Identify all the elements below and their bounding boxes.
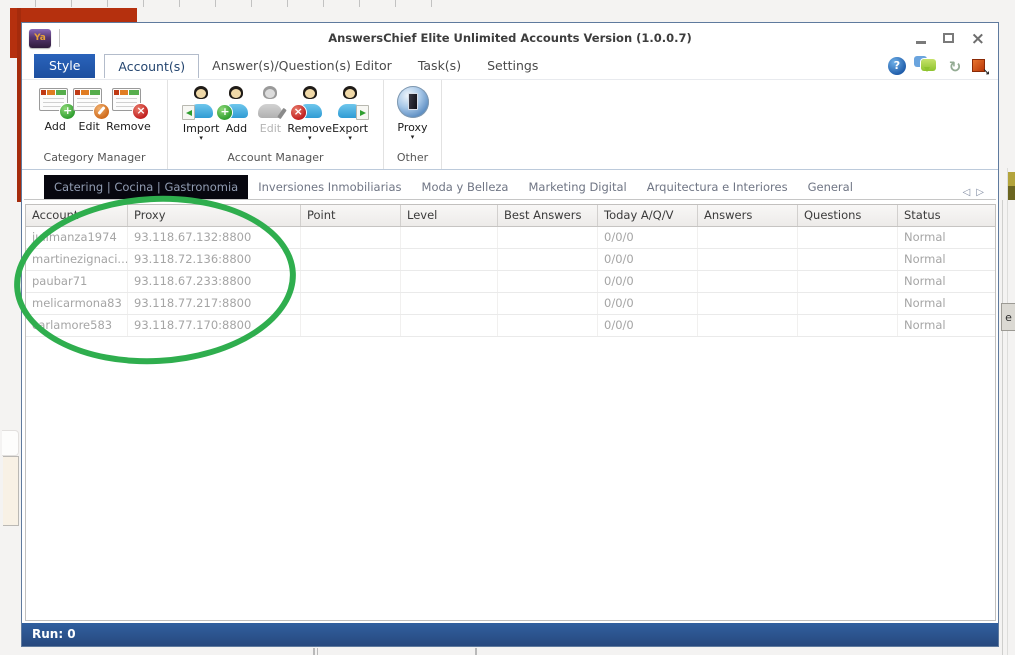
category-scroll-controls: [963, 180, 984, 199]
column-header-status[interactable]: Status: [898, 205, 995, 226]
minimize-button[interactable]: [916, 41, 926, 44]
close-button[interactable]: [971, 29, 985, 48]
account-manager-import-button[interactable]: Import: [183, 84, 220, 143]
titlebar-separator: [59, 29, 60, 47]
ribbon-group-account-manager: Import+AddEdit×RemoveExportAccount Manag…: [168, 80, 384, 169]
column-header-account[interactable]: Account: [26, 205, 128, 226]
category-manager-remove-button[interactable]: ×Remove: [106, 84, 151, 141]
feedback-icon[interactable]: [914, 56, 938, 75]
account-add-icon: +: [219, 86, 253, 119]
account-import-icon: [184, 86, 218, 119]
exit-icon[interactable]: [972, 59, 985, 72]
ribbon-tabs: Style Account(s)Answer(s)/Question(s) Edi…: [34, 53, 551, 78]
background-left-fragment: [2, 430, 19, 456]
background-right-fragment: [1008, 172, 1015, 186]
table-row[interactable]: melicarmona8393.118.77.217:88000/0/0Norm…: [26, 293, 995, 315]
category-tab-moda-y-belleza[interactable]: Moda y Belleza: [412, 175, 519, 199]
other-proxy-button[interactable]: Proxy: [397, 84, 429, 142]
account-manager-edit-button: Edit: [253, 84, 287, 143]
app-icon[interactable]: Ya: [29, 29, 51, 48]
app-window: Ya AnswersChief Elite Unlimited Accounts…: [21, 22, 999, 647]
tab-account-s[interactable]: Account(s): [104, 54, 199, 78]
ribbon-group-other: ProxyOther: [384, 80, 442, 169]
chat-bubble: [921, 59, 936, 71]
scroll-left-icon[interactable]: [963, 180, 971, 199]
category-tab-general[interactable]: General: [798, 175, 863, 199]
background-right-edge-line: [1002, 200, 1003, 655]
proxy-icon: [397, 86, 429, 118]
refresh-icon[interactable]: [946, 57, 964, 75]
maximize-button[interactable]: [943, 33, 954, 43]
category-manager-add-button[interactable]: +Add: [38, 84, 72, 141]
title-bar: Ya AnswersChief Elite Unlimited Accounts…: [22, 23, 998, 53]
account-manager-export-button[interactable]: Export: [332, 84, 368, 143]
table-row[interactable]: julimanza197493.118.67.132:88000/0/0Norm…: [26, 227, 995, 249]
account-manager-remove-button[interactable]: ×Remove: [287, 84, 332, 143]
account-remove-icon: ×: [293, 86, 327, 119]
tab-style[interactable]: Style: [34, 54, 95, 78]
column-header-answers[interactable]: Answers: [698, 205, 798, 226]
screen: e Ya AnswersChief Elite Unlimited Accoun…: [0, 0, 1015, 655]
category-tab-catering-cocina-gastronomia[interactable]: Catering | Cocina | Gastronomia: [44, 175, 248, 199]
account-export-icon: [333, 86, 367, 119]
ribbon-tab-strip: Style Account(s)Answer(s)/Question(s) Edi…: [22, 53, 998, 80]
category-add-icon: +: [38, 86, 72, 117]
background-right-fragment: [1008, 186, 1015, 200]
background-side-tab[interactable]: e: [1001, 303, 1015, 331]
background-left-panel-fragment: [3, 456, 19, 526]
background-tick: [475, 648, 477, 655]
background-tick: [313, 648, 315, 655]
column-header-questions[interactable]: Questions: [798, 205, 898, 226]
dropdown-arrow-icon: [411, 134, 415, 142]
table-row[interactable]: martinezignaci...93.118.72.136:88000/0/0…: [26, 249, 995, 271]
background-ruler-strip: [0, 0, 445, 7]
help-icon[interactable]: [888, 57, 906, 75]
scroll-right-icon[interactable]: [976, 180, 984, 199]
background-right-edge-line: [1007, 168, 1008, 655]
column-header-point[interactable]: Point: [301, 205, 401, 226]
window-controls: [916, 29, 985, 48]
run-counter: Run: 0: [32, 627, 76, 641]
dropdown-arrow-icon: [348, 135, 352, 143]
category-manager-edit-button[interactable]: Edit: [72, 84, 106, 141]
account-edit-icon: [253, 86, 287, 119]
tab-task-s[interactable]: Task(s): [405, 54, 474, 78]
category-tab-marketing-digital[interactable]: Marketing Digital: [518, 175, 636, 199]
tab-settings[interactable]: Settings: [474, 54, 551, 78]
ribbon-group-category-manager: +AddEdit×RemoveCategory Manager: [22, 80, 168, 169]
category-tab-strip: Catering | Cocina | GastronomiaInversion…: [24, 175, 996, 200]
table-header-row: AccountProxyPointLevelBest AnswersToday …: [26, 205, 995, 227]
tab-answer-s-question-s-editor[interactable]: Answer(s)/Question(s) Editor: [199, 54, 405, 78]
column-header-level[interactable]: Level: [401, 205, 498, 226]
background-tick: [317, 648, 318, 655]
column-header-today-a-q-v[interactable]: Today A/Q/V: [598, 205, 698, 226]
quick-actions: [888, 56, 989, 75]
column-header-proxy[interactable]: Proxy: [128, 205, 301, 226]
table-row[interactable]: carlamore58393.118.77.170:88000/0/0Norma…: [26, 315, 995, 337]
dropdown-arrow-icon: [199, 135, 203, 143]
ribbon-toolbar: +AddEdit×RemoveCategory ManagerImport+Ad…: [22, 80, 998, 170]
window-title: AnswersChief Elite Unlimited Accounts Ve…: [122, 31, 898, 45]
table-row[interactable]: paubar7193.118.67.233:88000/0/0Normal: [26, 271, 995, 293]
category-tab-arquitectura-e-interiores[interactable]: Arquitectura e Interiores: [637, 175, 798, 199]
category-tab-inversiones-inmobiliarias[interactable]: Inversiones Inmobiliarias: [248, 175, 411, 199]
status-bar: Run: 0: [22, 623, 998, 646]
dropdown-arrow-icon: [308, 135, 312, 143]
category-remove-icon: ×: [111, 86, 145, 117]
category-edit-icon: [72, 86, 106, 117]
accounts-table: AccountProxyPointLevelBest AnswersToday …: [25, 204, 996, 621]
column-header-best-answers[interactable]: Best Answers: [498, 205, 598, 226]
account-manager-add-button[interactable]: +Add: [219, 84, 253, 143]
table-body: julimanza197493.118.67.132:88000/0/0Norm…: [26, 227, 995, 337]
